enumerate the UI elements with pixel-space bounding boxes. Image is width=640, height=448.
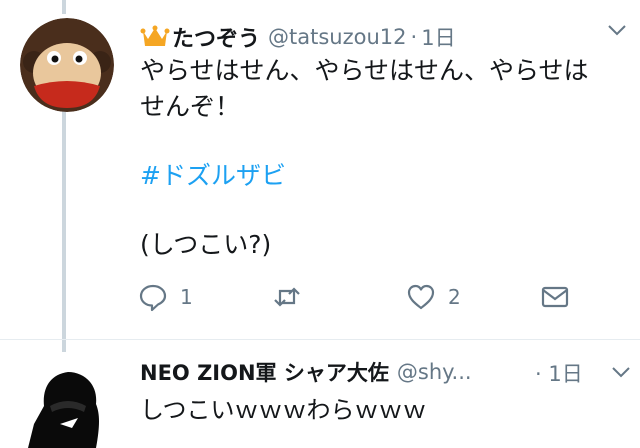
message-button[interactable] xyxy=(540,282,570,312)
retweet-button[interactable] xyxy=(272,282,302,312)
reply-count: 1 xyxy=(180,285,193,309)
separator-dot: · xyxy=(410,25,418,49)
user-handle-2[interactable]: @shy... xyxy=(397,360,472,384)
display-name-2[interactable]: NEO ZION軍 シャア大佐 xyxy=(140,357,389,387)
reply-button[interactable]: 1 xyxy=(138,282,193,312)
timestamp-2[interactable]: · 1日 xyxy=(535,358,583,388)
like-button[interactable]: 2 xyxy=(406,282,461,312)
tweet-actions: 1 2 xyxy=(130,282,590,316)
tweet-text-2: しつこいｗｗｗわらｗｗｗ xyxy=(140,396,427,424)
chevron-down-icon[interactable] xyxy=(606,22,628,38)
thread-line-top xyxy=(62,0,66,14)
crown-icon xyxy=(140,25,170,46)
tweet-header-2: NEO ZION軍 シャア大佐 @shy... xyxy=(140,356,472,388)
like-count: 2 xyxy=(448,285,461,309)
user-handle[interactable]: @tatsuzou12 xyxy=(268,25,407,49)
tweet-text-line-1: やらせはせん、やらせはせん、やらせは xyxy=(140,56,589,85)
retweet-icon xyxy=(274,287,300,307)
thread-line xyxy=(62,100,66,352)
tweet-text-line-4: (しつこい?) xyxy=(140,230,272,259)
hashtag-link[interactable]: #ドズルザビ xyxy=(140,158,286,194)
tweet-header: たつぞう @tatsuzou12 · 1日 xyxy=(140,20,456,54)
avatar[interactable] xyxy=(20,18,114,112)
tweet-text-line-2: せんぞ！ xyxy=(140,92,241,121)
timestamp[interactable]: 1日 xyxy=(421,22,455,52)
avatar-2[interactable] xyxy=(20,366,110,448)
display-name[interactable]: たつぞう xyxy=(172,21,260,53)
chevron-down-icon[interactable] xyxy=(610,364,632,380)
message-icon xyxy=(541,286,569,308)
reply-icon xyxy=(139,284,167,312)
tweet-divider xyxy=(0,339,640,340)
like-icon xyxy=(407,284,435,310)
